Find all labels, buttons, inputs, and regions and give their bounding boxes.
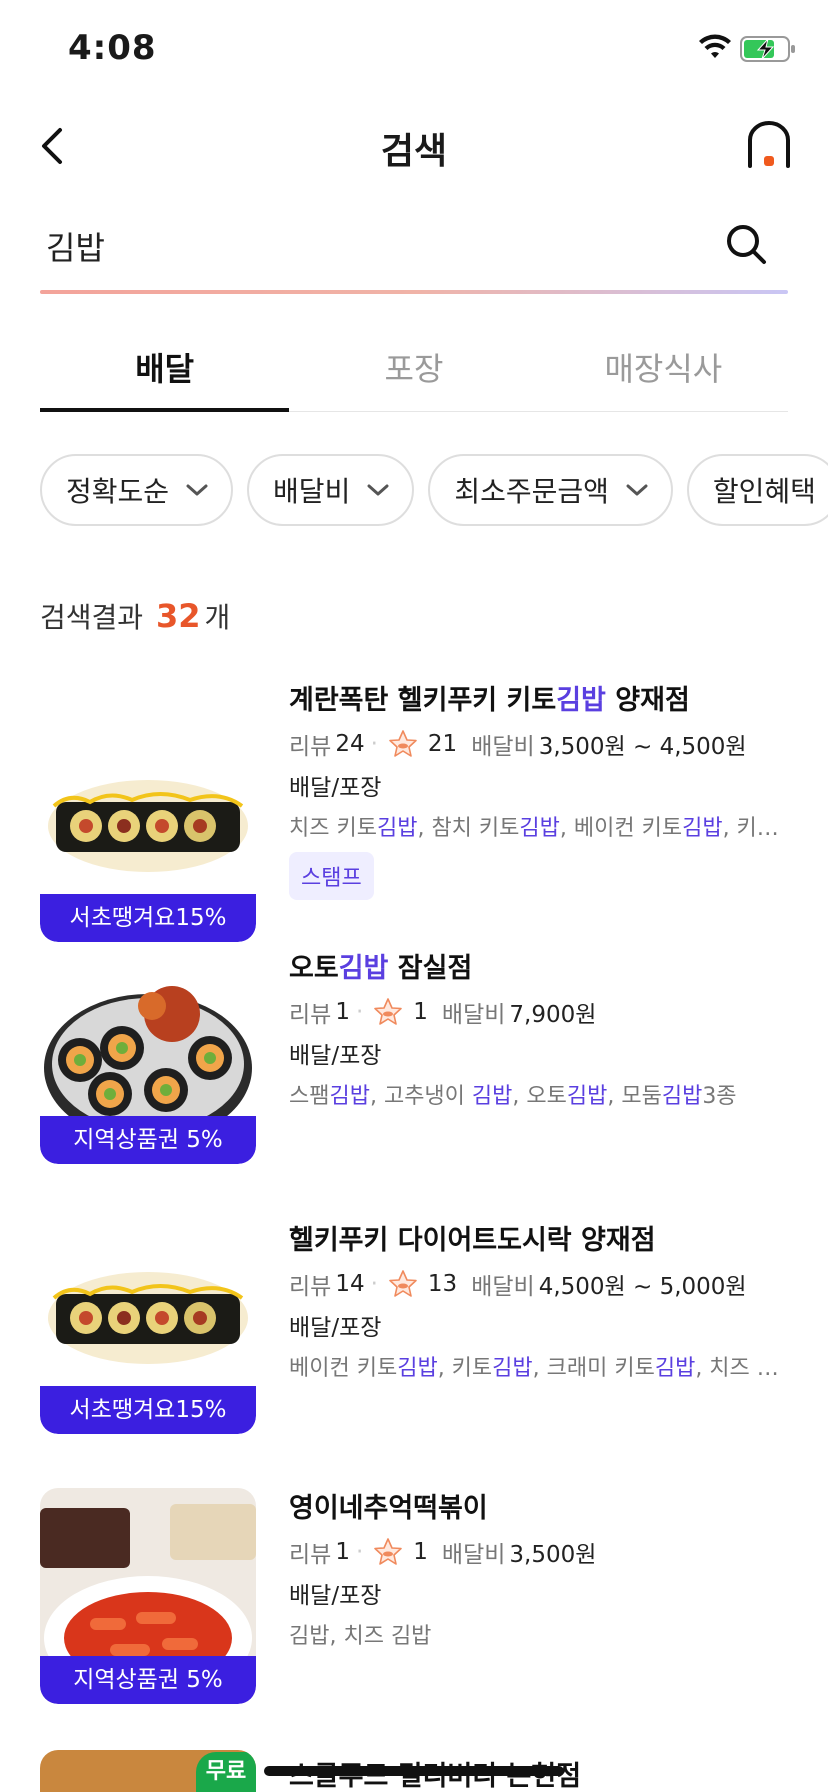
wifi-icon bbox=[699, 34, 731, 58]
store-meta: 리뷰 1 · 1 배달비 7,900원 bbox=[289, 994, 788, 1030]
delivery-fee: 4,500원 ~ 5,000원 bbox=[538, 1274, 747, 1300]
delivery-fee: 7,900원 bbox=[509, 1002, 597, 1028]
store-name: 오토김밥 잠실점 bbox=[289, 953, 473, 984]
home-indicator bbox=[264, 1766, 564, 1776]
search-icon[interactable] bbox=[724, 222, 768, 266]
battery-icon bbox=[740, 36, 795, 62]
store-thumbnail: 서초땡겨요15% bbox=[40, 1218, 256, 1434]
free-delivery-badge: 무료 bbox=[196, 1752, 256, 1792]
page-title: 검색 bbox=[380, 131, 448, 172]
store-meta: 리뷰 1 · 1 배달비 3,500원 bbox=[289, 1534, 788, 1570]
result-count: 검색결과 32 개 bbox=[40, 596, 230, 636]
menu-list: 치즈 키토김밥, 참치 키토김밥, 베이컨 키토김밥, 키… bbox=[289, 816, 779, 841]
filter-min-order[interactable]: 최소주문금액 bbox=[428, 454, 673, 526]
store-name: 계란폭탄 헬키푸키 키토김밥 양재점 bbox=[289, 685, 690, 716]
order-type-tabs: 배달 포장 매장식사 bbox=[40, 324, 788, 412]
stamp-count: 13 bbox=[427, 1271, 458, 1297]
store-list: 서초땡겨요15% 계란폭탄 헬키푸키 키토김밥 양재점 리뷰 24 · 21 배… bbox=[0, 668, 828, 1748]
review-count: 14 bbox=[335, 1271, 365, 1297]
stamp-badge: 스탬프 bbox=[289, 852, 374, 900]
store-info: 영이네추억떡볶이 리뷰 1 · 1 배달비 3,500원 배달/포장 김밥, 치… bbox=[289, 1486, 788, 1654]
status-time: 4:08 bbox=[68, 28, 157, 68]
store-info: 헬키푸키 다이어트도시락 양재점 리뷰 14 · 13 배달비 4,500원 ~… bbox=[289, 1218, 788, 1386]
review-label: 리뷰 bbox=[289, 1274, 332, 1300]
tab-delivery[interactable]: 배달 bbox=[40, 324, 290, 412]
order-type: 배달/포장 bbox=[289, 775, 382, 801]
stamp-count: 1 bbox=[413, 1539, 428, 1565]
result-count-suffix: 개 bbox=[204, 601, 231, 634]
menu-list: 김밥, 치즈 김밥 bbox=[289, 1624, 432, 1649]
stamp-count: 21 bbox=[427, 731, 458, 757]
tab-dine-in[interactable]: 매장식사 bbox=[539, 324, 788, 411]
store-item[interactable]: 서초땡겨요15% 계란폭탄 헬키푸키 키토김밥 양재점 리뷰 24 · 21 배… bbox=[0, 668, 828, 942]
order-type: 배달/포장 bbox=[289, 1583, 382, 1609]
filter-discount[interactable]: 할인혜택 bbox=[686, 454, 828, 526]
chevron-down-icon bbox=[367, 484, 389, 496]
review-count: 24 bbox=[335, 731, 365, 757]
status-bar: 4:08 bbox=[0, 0, 828, 96]
search-input[interactable] bbox=[46, 222, 686, 270]
store-thumbnail: 무료 bbox=[40, 1750, 256, 1792]
home-icon[interactable] bbox=[746, 120, 792, 170]
coupon-badge: 지역상품권 5% bbox=[40, 1116, 256, 1164]
review-label: 리뷰 bbox=[289, 734, 332, 760]
store-thumbnail: 지역상품권 5% bbox=[40, 948, 256, 1164]
stamp-star-icon bbox=[374, 998, 403, 1025]
coupon-badge: 지역상품권 5% bbox=[40, 1656, 256, 1704]
order-type: 배달/포장 bbox=[289, 1315, 382, 1341]
filter-delivery-fee-label: 배달비 bbox=[273, 475, 351, 508]
store-item[interactable]: 서초땡겨요15% 헬키푸키 다이어트도시락 양재점 리뷰 14 · 13 배달비… bbox=[0, 1208, 828, 1478]
store-name: 헬키푸키 다이어트도시락 양재점 bbox=[289, 1225, 656, 1256]
filter-delivery-fee[interactable]: 배달비 bbox=[247, 454, 415, 526]
coupon-badge: 서초땡겨요15% bbox=[40, 1386, 256, 1434]
store-name: 영이네추억떡볶이 bbox=[289, 1493, 488, 1524]
store-meta: 리뷰 24 · 21 배달비 3,500원 ~ 4,500원 bbox=[289, 726, 788, 762]
nav-bar: 검색 bbox=[0, 110, 828, 180]
store-meta: 리뷰 14 · 13 배달비 4,500원 ~ 5,000원 bbox=[289, 1266, 788, 1302]
menu-list: 스팸김밥, 고추냉이 김밥, 오토김밥, 모둠김밥3종 bbox=[289, 1084, 737, 1109]
fee-label: 배달비 bbox=[441, 1542, 506, 1568]
store-item[interactable]: 지역상품권 5% 영이네추억떡볶이 리뷰 1 · 1 배달비 3,500원 배달… bbox=[0, 1478, 828, 1748]
review-count: 1 bbox=[335, 1539, 350, 1565]
review-label: 리뷰 bbox=[289, 1542, 332, 1568]
store-info: 계란폭탄 헬키푸키 키토김밥 양재점 리뷰 24 · 21 배달비 3,500원… bbox=[289, 678, 788, 900]
result-count-number: 32 bbox=[155, 597, 201, 635]
store-thumbnail: 서초땡겨요15% bbox=[40, 726, 256, 942]
fee-label: 배달비 bbox=[471, 1274, 535, 1300]
search-bar bbox=[40, 212, 788, 294]
chevron-down-icon bbox=[186, 484, 208, 496]
search-underline bbox=[40, 290, 788, 294]
result-count-prefix: 검색결과 bbox=[40, 601, 144, 634]
filter-min-order-label: 최소주문금액 bbox=[454, 475, 609, 508]
store-info: 오토김밥 잠실점 리뷰 1 · 1 배달비 7,900원 배달/포장 스팸김밥,… bbox=[289, 946, 788, 1114]
fee-label: 배달비 bbox=[471, 734, 535, 760]
fee-label: 배달비 bbox=[441, 1002, 506, 1028]
filter-chips: 정확도순 배달비 최소주문금액 할인혜택 bbox=[40, 454, 828, 526]
order-type: 배달/포장 bbox=[289, 1043, 382, 1069]
stamp-star-icon bbox=[389, 1270, 417, 1297]
stamp-star-icon bbox=[389, 730, 417, 757]
chevron-down-icon bbox=[626, 484, 648, 496]
menu-list: 베이컨 키토김밥, 키토김밥, 크래미 키토김밥, 치즈 … bbox=[289, 1356, 779, 1381]
filter-discount-label: 할인혜택 bbox=[712, 475, 816, 508]
stamp-star-icon bbox=[374, 1538, 403, 1565]
store-thumbnail: 지역상품권 5% bbox=[40, 1488, 256, 1704]
filter-sort-label: 정확도순 bbox=[66, 475, 170, 508]
review-label: 리뷰 bbox=[289, 1002, 332, 1028]
delivery-fee: 3,500원 bbox=[509, 1542, 597, 1568]
stamp-count: 1 bbox=[413, 999, 428, 1025]
filter-sort[interactable]: 정확도순 bbox=[40, 454, 234, 526]
coupon-badge: 서초땡겨요15% bbox=[40, 894, 256, 942]
review-count: 1 bbox=[335, 999, 350, 1025]
store-item[interactable]: 지역상품권 5% 오토김밥 잠실점 리뷰 1 · 1 배달비 7,900원 배달… bbox=[0, 938, 828, 1208]
delivery-fee: 3,500원 ~ 4,500원 bbox=[538, 734, 747, 760]
tab-pickup[interactable]: 포장 bbox=[289, 324, 538, 411]
